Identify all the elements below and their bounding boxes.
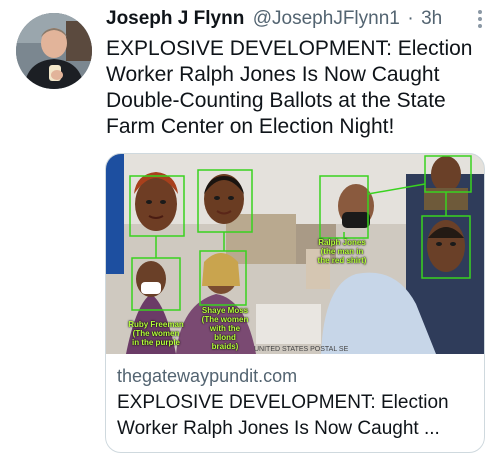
label-shaye-moss: Shaye Moss (The women with the blond bra… [201, 306, 249, 351]
label-ruby-freeman: Ruby Freeman (The women in the purple [128, 320, 184, 347]
card-domain[interactable]: thegatewaypundit.com [117, 366, 297, 387]
label-ralph-jones: Ralph Jones (the man in the red shirt) [317, 238, 367, 265]
separator-dot: · [407, 8, 414, 29]
postal-box-text: UNITED STATES POSTAL SE [254, 346, 349, 353]
tweet[interactable]: Joseph J Flynn @JosephJFlynn1 · 3h EXPLO… [0, 0, 500, 453]
link-card[interactable]: UNITED STATES POSTAL SE Ralph Jones (the… [105, 153, 485, 453]
tweet-header: Joseph J Flynn @JosephJFlynn1 · 3h [106, 8, 486, 36]
author-handle[interactable]: @JosephJFlynn1 [253, 8, 400, 29]
more-vertical-icon[interactable] [474, 10, 486, 32]
tweet-text: EXPLOSIVE DEVELOPMENT: Election Worker R… [106, 37, 473, 138]
card-image[interactable]: UNITED STATES POSTAL SE Ralph Jones (the… [106, 154, 484, 354]
author-avatar[interactable] [16, 13, 92, 89]
author-name[interactable]: Joseph J Flynn [106, 8, 244, 29]
tweet-timestamp[interactable]: 3h [421, 8, 442, 29]
card-title[interactable]: EXPLOSIVE DEVELOPMENT: Election Worker R… [117, 390, 473, 442]
